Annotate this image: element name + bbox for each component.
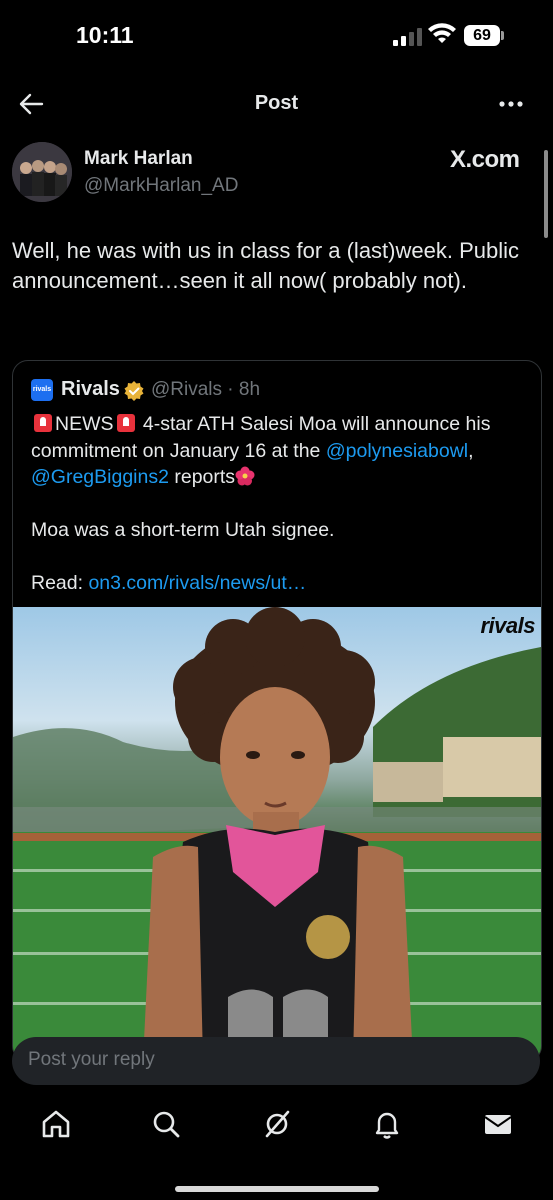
rivals-logo-icon: rivals (31, 379, 53, 401)
quote-line-2: Moa was a short-term Utah signee. (31, 519, 335, 541)
article-link[interactable]: on3.com/rivals/news/ut… (88, 572, 306, 594)
mention-polynesiabowl[interactable]: @polynesiabowl (326, 440, 468, 462)
author-name[interactable]: Mark Harlan (84, 148, 193, 170)
more-icon[interactable] (498, 100, 524, 108)
scroll-indicator[interactable] (544, 150, 548, 238)
mail-icon[interactable] (482, 1108, 514, 1140)
image-watermark: rivals (480, 613, 536, 638)
hibiscus-emoji-icon (235, 466, 255, 486)
battery-tip (501, 31, 504, 40)
bell-icon[interactable] (371, 1108, 403, 1140)
quote-author-name: Rivals (61, 378, 120, 400)
bottom-tab-bar (0, 1100, 553, 1150)
battery-indicator: 69 (464, 25, 500, 46)
player-photo (13, 607, 541, 1061)
quote-image[interactable]: rivals (13, 607, 541, 1061)
quote-news-label: NEWS (55, 413, 114, 435)
author-handle[interactable]: @MarkHarlan_AD (84, 175, 238, 197)
read-label: Read: (31, 572, 89, 594)
avatar[interactable] (12, 142, 72, 202)
source-label: X.com (450, 146, 520, 173)
quote-separator: , (468, 439, 474, 462)
search-icon[interactable] (150, 1108, 182, 1140)
mention-gregbiggins2[interactable]: @GregBiggins2 (31, 466, 169, 488)
reply-placeholder: Post your reply (28, 1049, 155, 1070)
avatar-image (12, 142, 72, 202)
quote-reports: reports (168, 466, 236, 488)
page-title: Post (254, 92, 299, 114)
status-bar: 10:11 69 (0, 0, 553, 70)
reply-input[interactable]: Post your reply (12, 1037, 540, 1085)
siren-emoji-icon (116, 414, 135, 432)
status-time: 10:11 (76, 22, 134, 48)
signal-icon (393, 26, 423, 46)
verified-badge-icon (124, 381, 144, 401)
siren-emoji-icon (34, 414, 52, 432)
quote-text: NEWS 4-star ATH Salesi Moa will announce… (31, 411, 531, 597)
home-icon[interactable] (40, 1108, 72, 1140)
home-indicator[interactable] (175, 1186, 379, 1192)
post-text: Well, he was with us in class for a (las… (12, 238, 519, 293)
nav-bar: Post (0, 78, 553, 130)
grok-icon[interactable] (261, 1108, 293, 1140)
wifi-icon (428, 23, 456, 43)
quote-handle-time: @Rivals · 8h (151, 379, 261, 400)
quoted-post[interactable]: rivals Rivals @Rivals · 8h NEWS 4-star A… (12, 360, 542, 1062)
